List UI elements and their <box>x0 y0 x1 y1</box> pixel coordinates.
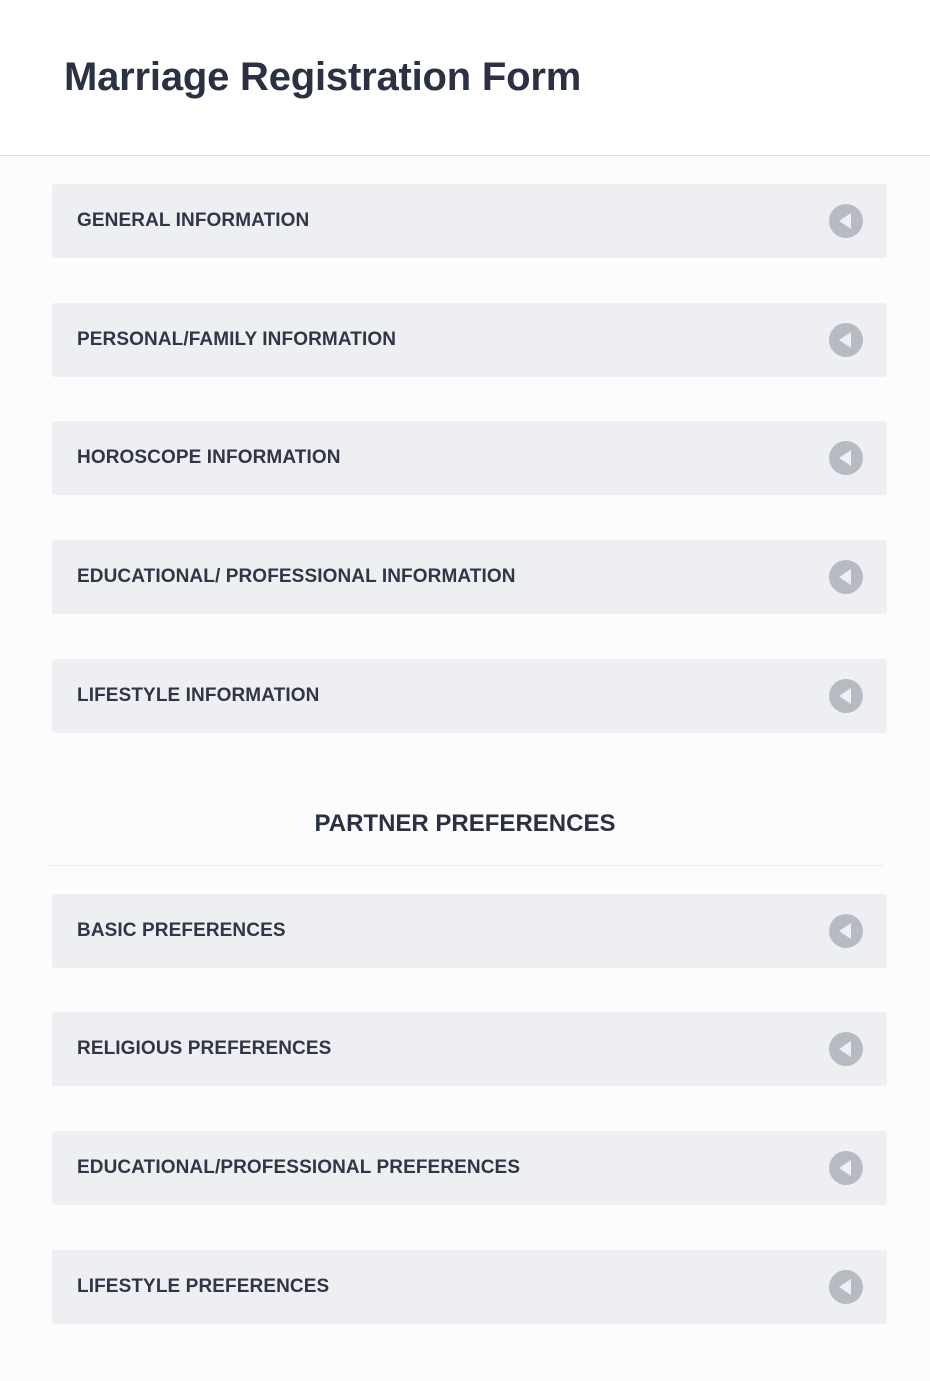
accordion-label: LIFESTYLE INFORMATION <box>77 685 320 706</box>
accordion-header[interactable]: BASIC PREFERENCES <box>52 894 887 968</box>
page-header: Marriage Registration Form <box>0 0 930 156</box>
accordion-label: LIFESTYLE PREFERENCES <box>77 1276 330 1297</box>
accordion-lifestyle-preferences[interactable]: LIFESTYLE PREFERENCES <box>52 1250 887 1324</box>
divider <box>46 865 883 866</box>
accordion-header[interactable]: PERSONAL/FAMILY INFORMATION <box>52 303 887 377</box>
accordion-label: PERSONAL/FAMILY INFORMATION <box>77 329 397 350</box>
accordion-label: BASIC PREFERENCES <box>77 920 286 941</box>
accordion-label: HOROSCOPE INFORMATION <box>77 447 341 468</box>
collapse-arrow-icon[interactable] <box>829 679 863 713</box>
partner-preferences-heading: PARTNER PREFERENCES <box>314 810 616 837</box>
accordion-basic-preferences[interactable]: BASIC PREFERENCES <box>52 894 887 968</box>
collapse-arrow-icon[interactable] <box>829 1270 863 1304</box>
collapse-arrow-icon[interactable] <box>829 1151 863 1185</box>
accordion-header[interactable]: GENERAL INFORMATION <box>52 184 887 258</box>
accordion-lifestyle-information[interactable]: LIFESTYLE INFORMATION <box>52 659 887 733</box>
collapse-arrow-icon[interactable] <box>829 1032 863 1066</box>
accordion-header[interactable]: RELIGIOUS PREFERENCES <box>52 1012 887 1086</box>
accordion-horoscope-information[interactable]: HOROSCOPE INFORMATION <box>52 421 887 495</box>
accordion-religious-preferences[interactable]: RELIGIOUS PREFERENCES <box>52 1012 887 1086</box>
page-title: Marriage Registration Form <box>64 55 582 99</box>
accordion-educational-professional-preferences[interactable]: EDUCATIONAL/PROFESSIONAL PREFERENCES <box>52 1131 887 1205</box>
accordion-label: GENERAL INFORMATION <box>77 210 310 231</box>
collapse-arrow-icon[interactable] <box>829 560 863 594</box>
collapse-arrow-icon[interactable] <box>829 204 863 238</box>
accordion-general-information[interactable]: GENERAL INFORMATION <box>52 184 887 258</box>
accordion-header[interactable]: EDUCATIONAL/ PROFESSIONAL INFORMATION <box>52 540 887 614</box>
accordion-header[interactable]: LIFESTYLE PREFERENCES <box>52 1250 887 1324</box>
accordion-label: EDUCATIONAL/ PROFESSIONAL INFORMATION <box>77 566 516 587</box>
accordion-educational-professional-information[interactable]: EDUCATIONAL/ PROFESSIONAL INFORMATION <box>52 540 887 614</box>
accordion-label: RELIGIOUS PREFERENCES <box>77 1038 332 1059</box>
accordion-label: EDUCATIONAL/PROFESSIONAL PREFERENCES <box>77 1157 521 1178</box>
accordion-header[interactable]: EDUCATIONAL/PROFESSIONAL PREFERENCES <box>52 1131 887 1205</box>
accordion-header[interactable]: LIFESTYLE INFORMATION <box>52 659 887 733</box>
accordion-header[interactable]: HOROSCOPE INFORMATION <box>52 421 887 495</box>
collapse-arrow-icon[interactable] <box>829 441 863 475</box>
collapse-arrow-icon[interactable] <box>829 914 863 948</box>
accordion-personal-family-information[interactable]: PERSONAL/FAMILY INFORMATION <box>52 303 887 377</box>
collapse-arrow-icon[interactable] <box>829 323 863 357</box>
